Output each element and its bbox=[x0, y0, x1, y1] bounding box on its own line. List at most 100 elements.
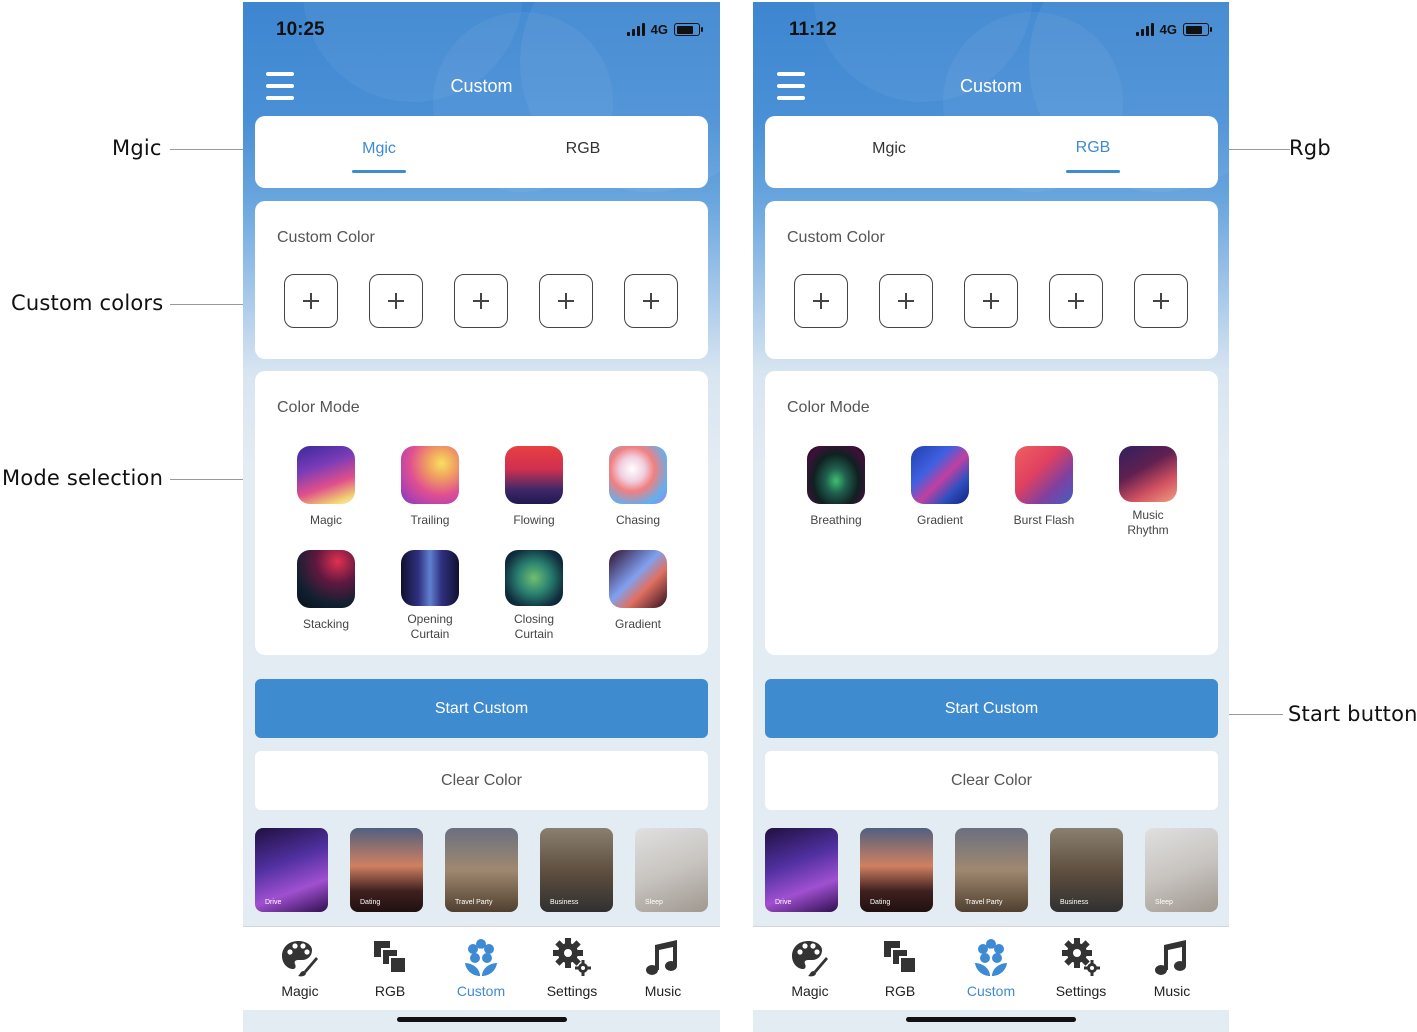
tab-rgb[interactable]: RGB bbox=[548, 140, 618, 158]
phone-screen-rgb: 11:12 4G Custom Mgic RGB Custom Color Co… bbox=[753, 2, 1229, 1032]
status-time: 10:25 bbox=[276, 19, 325, 40]
mode-tabs: Mgic RGB bbox=[255, 116, 708, 188]
color-mode-title: Color Mode bbox=[277, 399, 360, 416]
mode-item-burst-flash[interactable]: Burst Flash bbox=[992, 446, 1096, 538]
palette-icon bbox=[282, 941, 318, 977]
callout-start-button: Start button bbox=[1288, 702, 1417, 726]
scene-card-sleep[interactable]: Sleep bbox=[1145, 828, 1218, 912]
status-indicators: 4G bbox=[1135, 22, 1212, 37]
add-color-button[interactable] bbox=[284, 274, 338, 328]
mode-item-magic[interactable]: Magic bbox=[274, 446, 378, 538]
scene-card-sleep[interactable]: Sleep bbox=[635, 828, 708, 912]
add-color-button[interactable] bbox=[369, 274, 423, 328]
tabbar-item-settings[interactable]: Settings bbox=[527, 935, 617, 999]
magic-mode-icon bbox=[297, 446, 355, 504]
add-color-button[interactable] bbox=[794, 274, 848, 328]
opening-curtain-mode-icon bbox=[401, 550, 459, 606]
flower-icon bbox=[975, 939, 1007, 976]
home-indicator bbox=[906, 1017, 1076, 1022]
signal-icon bbox=[626, 23, 645, 36]
signal-icon bbox=[1135, 23, 1154, 36]
status-indicators: 4G bbox=[626, 22, 703, 37]
custom-color-slots bbox=[284, 274, 678, 328]
mode-item-opening-curtain[interactable]: Opening Curtain bbox=[378, 550, 482, 642]
callout-rgb: Rgb bbox=[1289, 136, 1331, 160]
gear-icon bbox=[1062, 938, 1100, 976]
stacking-mode-icon bbox=[297, 550, 355, 608]
color-mode-title: Color Mode bbox=[787, 399, 870, 416]
breathing-mode-icon bbox=[807, 446, 865, 504]
scene-card-business[interactable]: Business bbox=[540, 828, 613, 912]
add-color-button[interactable] bbox=[454, 274, 508, 328]
scene-card-drive[interactable]: Drive bbox=[255, 828, 328, 912]
gradient-mode-icon bbox=[609, 550, 667, 608]
tabbar-item-rgb[interactable]: RGB bbox=[855, 935, 945, 999]
custom-color-card: Custom Color bbox=[765, 201, 1218, 359]
gradient-mode-icon bbox=[911, 446, 969, 504]
mode-item-stacking[interactable]: Stacking bbox=[274, 550, 378, 642]
color-mode-card: Color Mode Magic Trailing Flowing Chasin… bbox=[255, 371, 708, 655]
tabbar-item-settings[interactable]: Settings bbox=[1036, 935, 1126, 999]
music-note-icon bbox=[646, 940, 677, 975]
palette-icon bbox=[792, 941, 828, 977]
tabbar-item-rgb[interactable]: RGB bbox=[345, 935, 435, 999]
scene-card-drive[interactable]: Drive bbox=[765, 828, 838, 912]
music-note-icon bbox=[1155, 940, 1186, 975]
mode-item-chasing[interactable]: Chasing bbox=[586, 446, 690, 538]
add-color-button[interactable] bbox=[964, 274, 1018, 328]
tab-rgb[interactable]: RGB bbox=[1058, 139, 1128, 157]
mode-item-closing-curtain[interactable]: Closing Curtain bbox=[482, 550, 586, 642]
tabbar-item-custom[interactable]: Custom bbox=[946, 935, 1036, 999]
network-label: 4G bbox=[650, 22, 668, 37]
tabbar-item-magic[interactable]: Magic bbox=[255, 935, 345, 999]
page-title: Custom bbox=[959, 76, 1022, 96]
add-color-button[interactable] bbox=[879, 274, 933, 328]
scene-card-business[interactable]: Business bbox=[1050, 828, 1123, 912]
add-color-button[interactable] bbox=[624, 274, 678, 328]
mode-item-breathing[interactable]: Breathing bbox=[784, 446, 888, 538]
scene-card-dating[interactable]: Dating bbox=[860, 828, 933, 912]
flowing-mode-icon bbox=[505, 446, 563, 504]
flower-icon bbox=[465, 939, 497, 976]
custom-color-slots bbox=[794, 274, 1188, 328]
add-color-button[interactable] bbox=[1049, 274, 1103, 328]
mode-item-music-rhythm[interactable]: Music Rhythm bbox=[1096, 446, 1200, 538]
tab-magic[interactable]: Mgic bbox=[344, 140, 414, 158]
add-color-button[interactable] bbox=[539, 274, 593, 328]
scene-card-dating[interactable]: Dating bbox=[350, 828, 423, 912]
start-custom-button[interactable]: Start Custom bbox=[255, 679, 708, 738]
bottom-tab-bar: Magic RGB Custom Settings Music bbox=[243, 926, 720, 1010]
add-color-button[interactable] bbox=[1134, 274, 1188, 328]
battery-icon bbox=[1183, 23, 1212, 36]
phone-screen-magic: 10:25 4G Custom Mgic RGB Custom Color Co… bbox=[243, 2, 720, 1032]
callout-mode-selection: Mode selection bbox=[2, 466, 164, 490]
mode-item-gradient[interactable]: Gradient bbox=[586, 550, 690, 642]
status-time: 11:12 bbox=[789, 19, 837, 40]
mode-item-trailing[interactable]: Trailing bbox=[378, 446, 482, 538]
tabbar-item-music[interactable]: Music bbox=[1127, 935, 1217, 999]
mode-grid: Breathing Gradient Burst Flash Music Rhy… bbox=[784, 446, 1200, 538]
tabbar-item-magic[interactable]: Magic bbox=[765, 935, 855, 999]
scene-card-travel-party[interactable]: Travel Party bbox=[445, 828, 518, 912]
active-tab-indicator bbox=[1066, 170, 1120, 173]
home-indicator bbox=[396, 1017, 567, 1022]
mode-tabs: Mgic RGB bbox=[765, 116, 1218, 188]
music-rhythm-mode-icon bbox=[1119, 446, 1177, 502]
mode-item-gradient[interactable]: Gradient bbox=[888, 446, 992, 538]
scene-card-travel-party[interactable]: Travel Party bbox=[955, 828, 1028, 912]
clear-color-button[interactable]: Clear Color bbox=[765, 751, 1218, 810]
tabbar-item-custom[interactable]: Custom bbox=[436, 935, 526, 999]
scene-list: Drive Dating Travel Party Business Sleep bbox=[255, 828, 708, 912]
start-custom-button[interactable]: Start Custom bbox=[765, 679, 1218, 738]
burst-flash-mode-icon bbox=[1015, 446, 1073, 504]
page-title: Custom bbox=[450, 76, 513, 96]
clear-color-button[interactable]: Clear Color bbox=[255, 751, 708, 810]
tab-magic[interactable]: Mgic bbox=[854, 140, 924, 158]
color-mode-card: Color Mode Breathing Gradient Burst Flas… bbox=[765, 371, 1218, 655]
mode-item-flowing[interactable]: Flowing bbox=[482, 446, 586, 538]
tabbar-item-music[interactable]: Music bbox=[618, 935, 708, 999]
layers-icon bbox=[884, 941, 917, 974]
custom-color-title: Custom Color bbox=[277, 229, 375, 246]
bottom-tab-bar: Magic RGB Custom Settings Music bbox=[753, 926, 1229, 1010]
active-tab-indicator bbox=[352, 170, 406, 173]
